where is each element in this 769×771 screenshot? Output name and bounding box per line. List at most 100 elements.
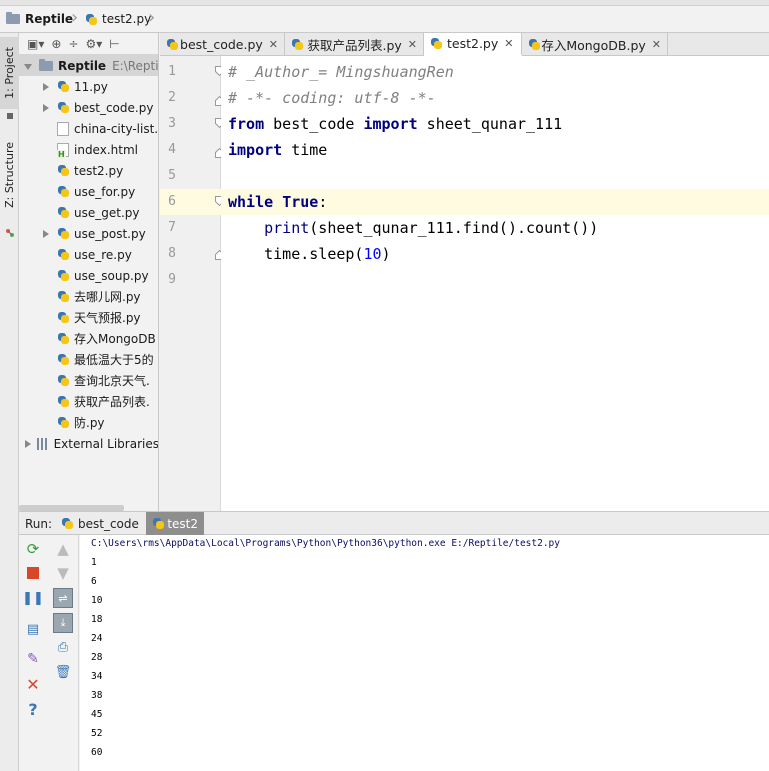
python-file-icon bbox=[291, 38, 304, 51]
tab-mongodb[interactable]: 存入MongoDB.py ✕ bbox=[522, 33, 668, 56]
tree-item-label: 11.py bbox=[74, 79, 108, 94]
line-number: 8 bbox=[168, 246, 176, 261]
code-editor[interactable]: # _Author_= MingshuangRen # -*- coding: … bbox=[221, 56, 769, 511]
expand-arrow-icon[interactable] bbox=[23, 439, 32, 449]
expand-arrow-icon[interactable] bbox=[41, 103, 51, 113]
print-icon[interactable]: ⎙ bbox=[53, 637, 73, 657]
tool-tab-project[interactable]: 1: Project bbox=[0, 37, 19, 109]
expand-arrow-icon[interactable] bbox=[41, 229, 51, 239]
tree-item[interactable]: china-city-list. bbox=[19, 118, 158, 139]
console-output[interactable]: C:\Users\rms\AppData\Local\Programs\Pyth… bbox=[80, 535, 769, 771]
left-tool-strip: 1: Project Z: Structure bbox=[0, 33, 19, 771]
view-mode-dropdown[interactable]: ▣▾ bbox=[27, 37, 44, 51]
line-number: 7 bbox=[168, 220, 176, 235]
python-file-icon bbox=[528, 38, 541, 51]
console-output-line: 52 bbox=[91, 728, 103, 739]
tree-item[interactable]: use_soup.py bbox=[19, 265, 158, 286]
breadcrumb-project[interactable]: Reptile bbox=[6, 10, 73, 28]
tree-item-label: 防.py bbox=[74, 416, 105, 430]
tree-item-label: use_soup.py bbox=[74, 268, 149, 283]
tab-test2[interactable]: test2.py ✕ bbox=[424, 33, 522, 56]
tree-item[interactable]: best_code.py bbox=[19, 97, 158, 118]
tab-label: 存入MongoDB.py bbox=[541, 38, 646, 53]
breadcrumb-file-label: test2.py bbox=[102, 12, 152, 26]
arrow-down-icon[interactable]: ▼ bbox=[53, 563, 73, 583]
run-toolbar: ⟳ ▲ ▼ ⇌ ❚❚ ⤓ ▤ ⎙ ✎ 🗑 ✕ ? bbox=[19, 535, 79, 771]
expand-arrow-icon[interactable] bbox=[41, 82, 51, 92]
tab-product-list[interactable]: 获取产品列表.py ✕ bbox=[285, 33, 424, 56]
code-line-7: print(sheet_qunar_111.find().count()) bbox=[228, 215, 598, 241]
tree-item[interactable]: 存入MongoDB bbox=[19, 328, 158, 349]
python-file-icon bbox=[57, 185, 70, 198]
console-output-line: 24 bbox=[91, 633, 103, 644]
trash-icon[interactable]: 🗑 bbox=[53, 662, 73, 682]
tab-best-code[interactable]: best_code.py ✕ bbox=[160, 33, 285, 56]
console-output-line: 45 bbox=[91, 709, 103, 720]
tree-item[interactable]: 11.py bbox=[19, 76, 158, 97]
breadcrumb-separator: › bbox=[71, 7, 79, 28]
keyword: True bbox=[282, 193, 319, 211]
tree-item[interactable]: test2.py bbox=[19, 160, 158, 181]
editor-tab-bar: best_code.py ✕ 获取产品列表.py ✕ test2.py ✕ 存入… bbox=[160, 33, 769, 56]
tree-item[interactable]: use_for.py bbox=[19, 181, 158, 202]
tree-item-label: 天气预报.py bbox=[74, 311, 141, 325]
python-file-icon bbox=[61, 517, 74, 530]
tree-item[interactable]: 查询北京天气. bbox=[19, 370, 158, 391]
tree-root-reptile[interactable]: Reptile E:\Repti bbox=[19, 55, 158, 76]
collapse-all-icon[interactable]: ÷ bbox=[68, 37, 78, 51]
tree-item[interactable]: 获取产品列表. bbox=[19, 391, 158, 412]
editor-gutter[interactable]: 1 2 3 4 5 6 7 8 9 bbox=[160, 56, 224, 511]
tree-item[interactable]: 防.py bbox=[19, 412, 158, 433]
comment: # _Author_= MingshuangRen bbox=[228, 63, 454, 81]
tree-item[interactable]: 去哪儿网.py bbox=[19, 286, 158, 307]
close-icon[interactable]: ✕ bbox=[408, 38, 417, 51]
collapse-arrow-icon[interactable] bbox=[23, 61, 33, 71]
close-icon[interactable]: ✕ bbox=[504, 37, 513, 50]
console-output-line: 6 bbox=[91, 576, 97, 587]
breadcrumb-file[interactable]: test2.py bbox=[85, 10, 151, 28]
tool-tab-structure[interactable]: Z: Structure bbox=[0, 125, 19, 225]
help-icon[interactable]: ? bbox=[23, 699, 43, 719]
code-text: time.sleep( bbox=[264, 245, 364, 263]
console-output-line: 60 bbox=[91, 747, 103, 758]
code-text: time bbox=[282, 141, 328, 159]
tree-external-libraries[interactable]: External Libraries bbox=[19, 433, 158, 454]
run-tab-best-code[interactable]: best_code bbox=[55, 512, 145, 535]
layout-icon[interactable]: ▤ bbox=[23, 619, 43, 639]
gear-icon[interactable]: ⚙▾ bbox=[86, 37, 103, 51]
python-file-icon bbox=[85, 13, 98, 26]
line-number: 6 bbox=[168, 194, 176, 209]
tree-item[interactable]: use_post.py bbox=[19, 223, 158, 244]
arrow-up-icon[interactable]: ▲ bbox=[53, 539, 73, 559]
stop-icon[interactable] bbox=[23, 563, 43, 583]
hide-panel-icon[interactable]: ⊢ bbox=[109, 37, 119, 51]
tree-item[interactable]: index.html bbox=[19, 139, 158, 160]
pause-icon[interactable]: ❚❚ bbox=[22, 588, 44, 608]
close-icon[interactable]: ✕ bbox=[23, 674, 43, 694]
target-icon[interactable]: ⊕ bbox=[51, 37, 61, 51]
tree-item-label: use_re.py bbox=[74, 247, 132, 262]
tree-item[interactable]: use_get.py bbox=[19, 202, 158, 223]
run-label-text: Run: bbox=[25, 516, 53, 531]
rerun-icon[interactable]: ⟳ bbox=[23, 539, 43, 559]
console-output-line: 28 bbox=[91, 652, 103, 663]
tree-item[interactable]: 天气预报.py bbox=[19, 307, 158, 328]
tool-tab-project-label: 1: Project bbox=[3, 47, 16, 99]
close-icon[interactable]: ✕ bbox=[652, 38, 661, 51]
library-icon bbox=[37, 437, 49, 450]
project-panel: ▣▾ ⊕ ÷ ⚙▾ ⊢ Reptile E:\Repti 11.py best_c… bbox=[19, 33, 159, 511]
tree-item[interactable]: 最低温大于5的 bbox=[19, 349, 158, 370]
scroll-to-end-icon[interactable]: ⤓ bbox=[53, 613, 73, 633]
soft-wrap-icon[interactable]: ⇌ bbox=[53, 588, 73, 608]
tree-item-label: use_post.py bbox=[74, 226, 146, 241]
run-tab-test2[interactable]: test2 bbox=[146, 512, 204, 535]
python-file-icon bbox=[430, 37, 443, 50]
close-icon[interactable]: ✕ bbox=[269, 38, 278, 51]
project-tool-icon bbox=[0, 111, 19, 121]
run-tab-label: test2 bbox=[167, 516, 198, 531]
keyword: from bbox=[228, 115, 265, 133]
pin-icon[interactable]: ✎ bbox=[23, 649, 43, 669]
folder-icon bbox=[6, 12, 20, 24]
tree-item[interactable]: use_re.py bbox=[19, 244, 158, 265]
